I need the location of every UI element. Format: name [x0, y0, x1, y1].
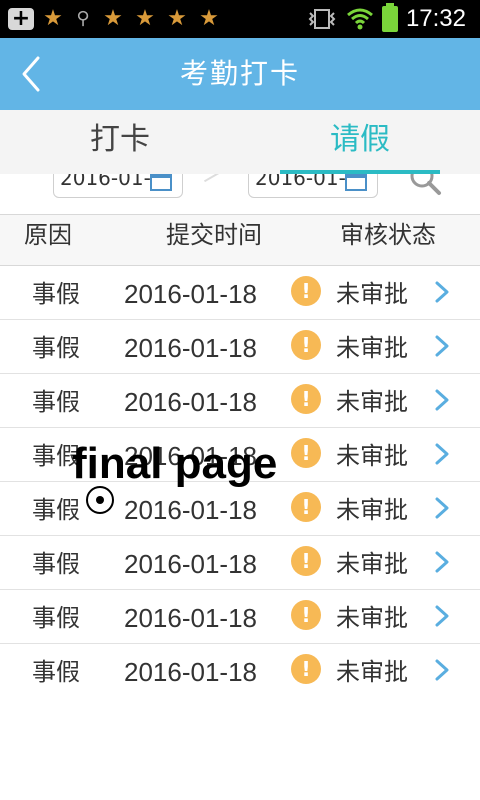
- title-bar: 考勤打卡: [0, 38, 480, 110]
- status-bar-system: 17:32: [306, 3, 466, 34]
- date-separator: [203, 174, 231, 193]
- table-row[interactable]: 事假 2016-01-18 ! 未审批: [0, 266, 480, 320]
- row-status: 未审批: [336, 388, 408, 416]
- table-row[interactable]: 事假 2016-01-18 ! 未审批: [0, 320, 480, 374]
- back-arrow-icon[interactable]: [14, 54, 54, 94]
- row-reason: 事假: [32, 388, 80, 416]
- row-status: 未审批: [336, 442, 408, 470]
- tab-leave[interactable]: 请假: [240, 110, 480, 174]
- start-date-value: 2016-01-: [60, 174, 151, 190]
- warning-icon: !: [291, 330, 321, 360]
- row-reason: 事假: [32, 334, 80, 362]
- chevron-right-icon: [435, 659, 449, 681]
- row-date: 2016-01-18: [124, 657, 257, 687]
- warning-icon: !: [291, 492, 321, 522]
- chevron-right-icon: [435, 335, 449, 357]
- chevron-right-icon: [435, 497, 449, 519]
- row-status: 未审批: [336, 550, 408, 578]
- status-time: 17:32: [405, 5, 466, 32]
- column-header-review-status: 审核状态: [340, 221, 436, 249]
- row-reason: 事假: [32, 604, 80, 632]
- row-date: 2016-01-18: [124, 549, 257, 579]
- status-bar: + ★ ⚲ ★ ★ ★ ★ 17:32: [0, 0, 480, 38]
- chevron-right-icon: [435, 389, 449, 411]
- tap-target-icon: [86, 486, 114, 514]
- squirrel-app-icon: ★: [167, 6, 187, 31]
- page-title: 考勤打卡: [179, 57, 300, 90]
- warning-icon: !: [291, 654, 321, 684]
- search-icon: ⚲: [76, 8, 90, 29]
- row-date: 2016-01-18: [124, 603, 257, 633]
- chevron-right-icon: [435, 443, 449, 465]
- calendar-icon: [150, 174, 172, 191]
- warning-icon: !: [291, 438, 321, 468]
- row-status: 未审批: [336, 658, 408, 686]
- column-header-submit-time: 提交时间: [166, 221, 262, 249]
- row-date: 2016-01-18: [124, 333, 257, 363]
- tab-bar: 打卡 请假: [0, 110, 480, 174]
- warning-icon: !: [291, 276, 321, 306]
- row-date: 2016-01-18: [124, 279, 257, 309]
- row-status: 未审批: [336, 496, 408, 524]
- row-date: 2016-01-18: [124, 387, 257, 417]
- row-reason: 事假: [32, 280, 80, 308]
- squirrel-app-icon: ★: [199, 6, 219, 31]
- row-status: 未审批: [336, 334, 408, 362]
- row-reason: 事假: [32, 658, 80, 686]
- row-status: 未审批: [336, 604, 408, 632]
- table-row[interactable]: 事假 2016-01-18 ! 未审批: [0, 536, 480, 590]
- calendar-icon: [345, 174, 367, 191]
- tab-leave-label: 请假: [330, 122, 390, 157]
- squirrel-app-icon: ★: [135, 6, 155, 31]
- status-bar-notifications: + ★ ⚲ ★ ★ ★ ★: [8, 6, 222, 32]
- wifi-icon: [346, 8, 373, 30]
- warning-icon: !: [291, 546, 321, 576]
- start-date-field[interactable]: 2016-01-: [53, 174, 183, 198]
- add-icon: +: [8, 8, 34, 30]
- squirrel-app-icon: ★: [103, 6, 123, 31]
- row-reason: 事假: [32, 550, 80, 578]
- tab-clock-in[interactable]: 打卡: [0, 110, 240, 174]
- row-status: 未审批: [336, 280, 408, 308]
- table-row[interactable]: 事假 2016-01-18 ! 未审批: [0, 644, 480, 698]
- end-date-field[interactable]: 2016-01-: [248, 174, 378, 198]
- chevron-right-icon: [435, 605, 449, 627]
- search-icon[interactable]: [408, 174, 442, 196]
- table-row[interactable]: 事假 2016-01-18 ! 未审批: [0, 590, 480, 644]
- chevron-right-icon: [435, 281, 449, 303]
- table-row[interactable]: 事假 2016-01-18 ! 未审批: [0, 374, 480, 428]
- vibrate-icon: [308, 9, 336, 29]
- table-header: 原因 提交时间 审核状态: [0, 214, 480, 266]
- end-date-value: 2016-01-: [255, 174, 346, 190]
- column-header-reason: 原因: [24, 221, 72, 249]
- squirrel-app-icon: ★: [43, 6, 63, 31]
- battery-icon: [381, 3, 398, 32]
- date-filter: 2016-01- 2016-01-: [0, 174, 480, 214]
- warning-icon: !: [291, 600, 321, 630]
- chevron-right-icon: [435, 551, 449, 573]
- warning-icon: !: [291, 384, 321, 414]
